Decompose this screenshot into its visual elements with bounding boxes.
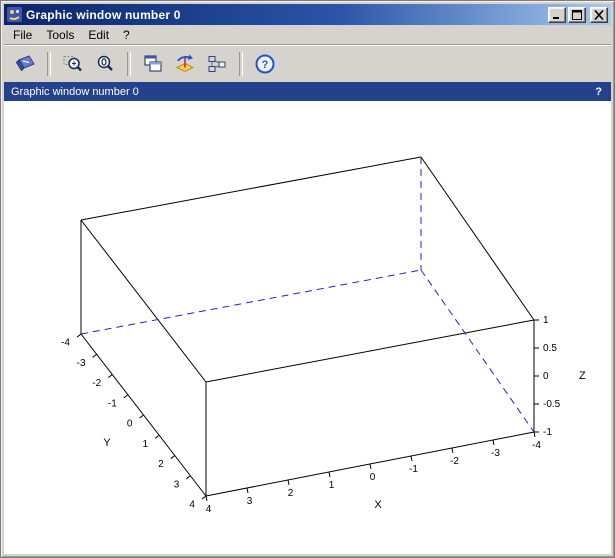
menu-item-edit[interactable]: Edit bbox=[81, 26, 116, 44]
app-icon bbox=[7, 7, 22, 22]
print-export-button[interactable] bbox=[9, 48, 41, 80]
x-tick-label: -2 bbox=[450, 456, 459, 467]
help-button[interactable]: ? bbox=[249, 48, 281, 80]
dockbar-title: Graphic window number 0 bbox=[11, 86, 139, 98]
box-hidden-edges bbox=[81, 157, 534, 432]
copy-icon bbox=[142, 53, 164, 75]
rotate-3d-icon bbox=[174, 53, 196, 75]
y-tick-label: -1 bbox=[108, 398, 117, 409]
x-tick-label: -3 bbox=[491, 448, 500, 459]
z-tick-label: -0.5 bbox=[543, 399, 561, 410]
copy-button[interactable] bbox=[137, 48, 169, 80]
zoom-area-icon bbox=[62, 53, 84, 75]
toolbar-separator bbox=[47, 52, 51, 76]
x-tick-label: 0 bbox=[370, 472, 376, 483]
maximize-icon bbox=[571, 10, 583, 20]
y-tick-label: 4 bbox=[189, 500, 195, 511]
z-tick-label: 0.5 bbox=[543, 343, 557, 354]
y-tick-label: 2 bbox=[158, 459, 164, 470]
maximize-button[interactable] bbox=[568, 7, 586, 23]
menu-item-file[interactable]: File bbox=[6, 26, 39, 44]
window-controls bbox=[546, 7, 608, 23]
z-axis-label: Z bbox=[579, 370, 586, 382]
zoom-area-button[interactable] bbox=[57, 48, 89, 80]
close-button[interactable] bbox=[590, 7, 608, 23]
toolbar-separator bbox=[127, 52, 131, 76]
y-tick-label: -2 bbox=[92, 378, 101, 389]
box-visible-edges bbox=[81, 157, 534, 496]
y-tick-label: -4 bbox=[61, 338, 70, 349]
x-tick-label: 4 bbox=[206, 504, 212, 515]
x-tick-label: -1 bbox=[409, 464, 418, 475]
close-icon bbox=[593, 10, 605, 20]
z-tick-label: -1 bbox=[543, 427, 552, 438]
x-tick-label: 3 bbox=[247, 496, 253, 507]
rotate-3d-button[interactable] bbox=[169, 48, 201, 80]
x-tick-label: -4 bbox=[532, 440, 541, 451]
x-axis-label: X bbox=[374, 499, 382, 511]
dockbar-help-button[interactable]: ? bbox=[593, 86, 604, 98]
window-title: Graphic window number 0 bbox=[26, 8, 542, 22]
x-axis: 4 3 2 1 0 -1 -2 -3 -4 X bbox=[206, 432, 542, 515]
z-tick-label: 0 bbox=[543, 371, 549, 382]
x-tick-label: 1 bbox=[329, 480, 335, 491]
print-export-icon bbox=[14, 53, 36, 75]
y-axis: -4 -3 -2 -1 01234 Y bbox=[61, 334, 206, 511]
y-tick-label: -3 bbox=[77, 358, 86, 369]
svg-text:?: ? bbox=[262, 59, 269, 71]
graph-editor-icon bbox=[206, 53, 228, 75]
x-tick-label: 2 bbox=[288, 488, 294, 499]
graph-editor-button[interactable] bbox=[201, 48, 233, 80]
y-tick-label: 3 bbox=[174, 479, 180, 490]
menubar: FileToolsEdit? bbox=[4, 25, 611, 44]
unzoom-icon bbox=[94, 53, 116, 75]
y-axis-label: Y bbox=[103, 437, 111, 449]
titlebar[interactable]: Graphic window number 0 bbox=[4, 4, 611, 25]
plot-canvas[interactable]: -4-3-2-101234Y43210-1-2-3-4X10.50-0.5-1Z bbox=[4, 101, 611, 554]
axes3d-plot: -4-3-2-101234Y43210-1-2-3-4X10.50-0.5-1Z bbox=[4, 101, 611, 554]
help-icon: ? bbox=[254, 53, 276, 75]
toolbar-separator bbox=[239, 52, 243, 76]
menu-item-tools[interactable]: Tools bbox=[39, 26, 81, 44]
z-axis: 1 0.5 0 -0.5 -1 Z bbox=[534, 315, 586, 438]
unzoom-button[interactable] bbox=[89, 48, 121, 80]
minimize-icon bbox=[551, 10, 563, 20]
z-tick-label: 1 bbox=[543, 315, 549, 326]
y-tick-label: 0 bbox=[127, 419, 133, 430]
dockbar: Graphic window number 0 ? bbox=[4, 82, 611, 101]
menu-item-help[interactable]: ? bbox=[116, 26, 137, 44]
graphic-window: Graphic window number 0 FileToolsEdit? ?… bbox=[0, 0, 615, 558]
toolbar: ? bbox=[4, 44, 611, 82]
minimize-button[interactable] bbox=[548, 7, 566, 23]
y-tick-label: 1 bbox=[142, 439, 148, 450]
